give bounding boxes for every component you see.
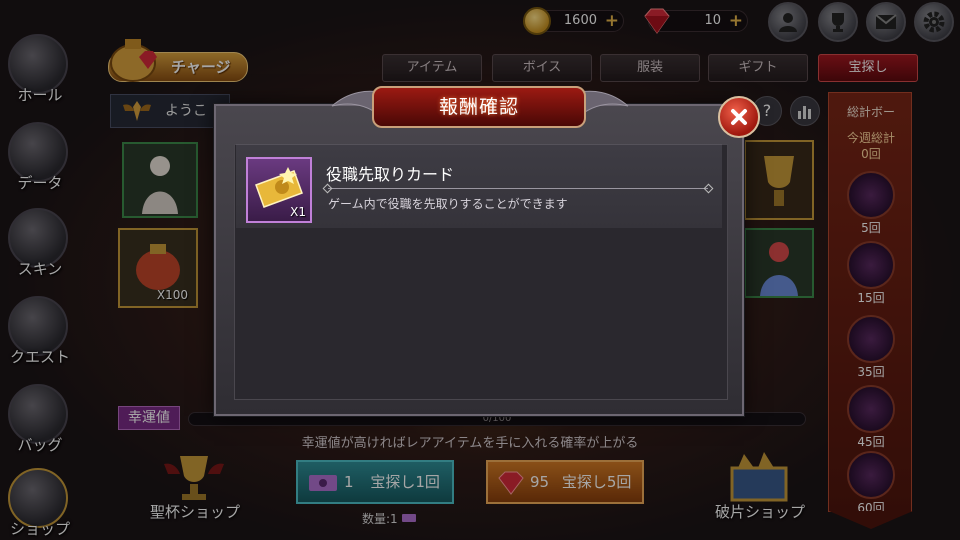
reward-thumbnail[interactable]: X1: [246, 157, 312, 223]
close-button[interactable]: [718, 96, 760, 138]
reward-item-row: X1 役職先取りカード ゲーム内で役職を先取りすることができます: [236, 144, 722, 228]
reward-name: 役職先取りカード: [326, 165, 455, 184]
close-icon: [731, 109, 747, 125]
reward-description: ゲーム内で役職を先取りすることができます: [328, 197, 568, 211]
reward-quantity: X1: [290, 205, 306, 219]
divider: [328, 188, 708, 189]
dialog-title: 報酬確認: [372, 86, 586, 128]
